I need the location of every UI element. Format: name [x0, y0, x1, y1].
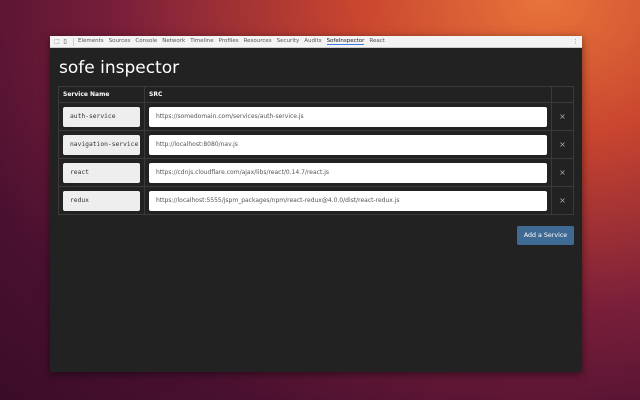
add-service-button[interactable]: Add a Service: [517, 226, 574, 245]
tab-network[interactable]: Network: [162, 38, 185, 45]
tab-timeline[interactable]: Timeline: [190, 38, 213, 45]
services-table: Service Name SRC auth-service https://so…: [58, 86, 574, 215]
service-name-field[interactable]: redux: [63, 190, 140, 211]
tab-resources[interactable]: Resources: [244, 38, 272, 45]
service-src-input[interactable]: https://cdnjs.cloudflare.com/ajax/libs/r…: [149, 162, 547, 183]
remove-service-icon[interactable]: ×: [551, 102, 574, 131]
remove-service-icon[interactable]: ×: [551, 186, 574, 215]
more-options-icon[interactable]: ⋮: [573, 39, 579, 45]
tab-elements[interactable]: Elements: [78, 38, 104, 45]
devtools-window: ⬚ ▯ Elements Sources Console Network Timelin…: [50, 36, 582, 372]
tab-audits[interactable]: Audits: [304, 38, 321, 45]
service-src-input[interactable]: https://localhost:5555/jspm_packages/npm…: [149, 190, 547, 211]
table-row: react https://cdnjs.cloudflare.com/ajax/…: [58, 158, 574, 187]
tab-profiles[interactable]: Profiles: [219, 38, 239, 45]
divider: [73, 37, 74, 46]
header-service-name: Service Name: [58, 86, 145, 103]
tab-sofeinspector[interactable]: SofeInspector: [326, 38, 365, 45]
remove-service-icon[interactable]: ×: [551, 158, 574, 187]
tab-security[interactable]: Security: [277, 38, 300, 45]
service-name-field[interactable]: react: [63, 162, 140, 183]
table-row: redux https://localhost:5555/jspm_packag…: [58, 186, 574, 215]
header-src: SRC: [144, 86, 552, 103]
table-row: navigation-service http://localhost:8080…: [58, 130, 574, 159]
tab-console[interactable]: Console: [135, 38, 157, 45]
tab-react[interactable]: React: [369, 38, 385, 45]
remove-service-icon[interactable]: ×: [551, 130, 574, 159]
service-name-field[interactable]: auth-service: [63, 106, 140, 127]
service-src-input[interactable]: https://somedomain.com/services/auth-ser…: [149, 106, 547, 127]
service-name-field[interactable]: navigation-service: [63, 134, 140, 155]
inspect-element-icon[interactable]: ⬚: [53, 38, 61, 45]
service-src-input[interactable]: http://localhost:8080/nav.js: [149, 134, 547, 155]
table-row: auth-service https://somedomain.com/serv…: [58, 102, 574, 131]
tab-sources[interactable]: Sources: [109, 38, 131, 45]
device-mode-icon[interactable]: ▯: [61, 38, 69, 45]
devtools-toolbar: ⬚ ▯ Elements Sources Console Network Timelin…: [50, 36, 582, 48]
page-title: sofe inspector: [59, 58, 180, 78]
